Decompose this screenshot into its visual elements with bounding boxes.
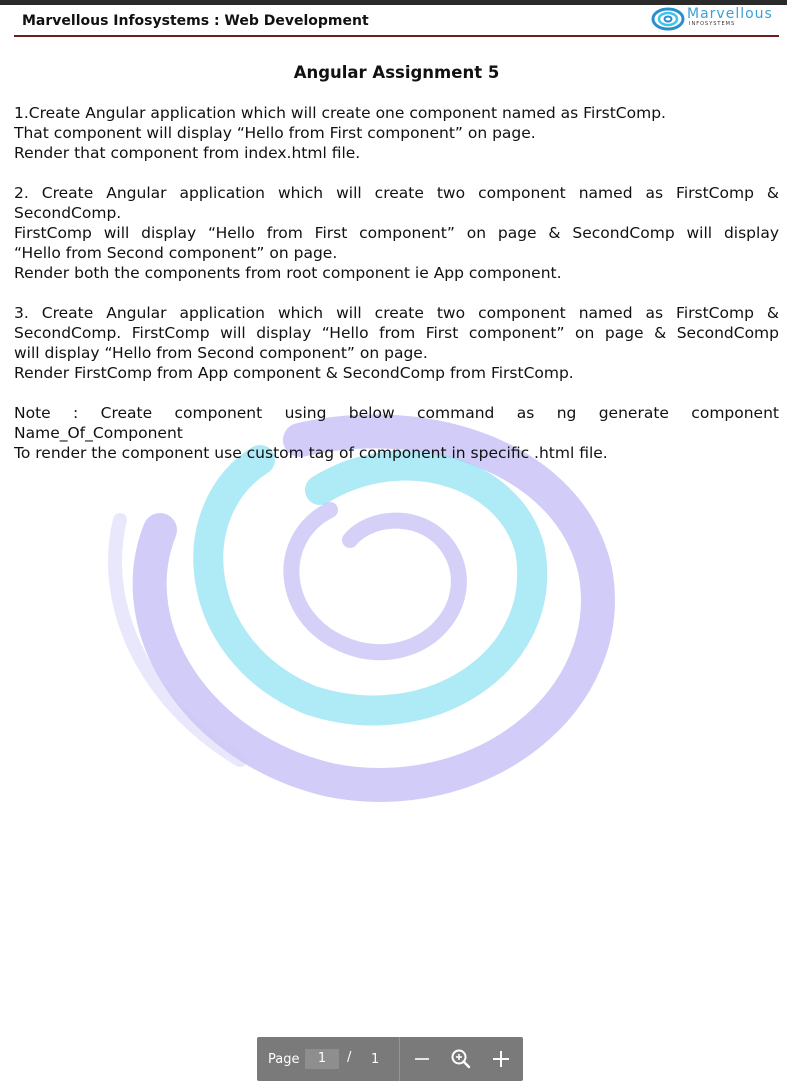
text-line: 1.Create Angular application which will … bbox=[14, 104, 666, 122]
zoom-magnifier-icon bbox=[451, 1049, 471, 1069]
logo-swirl-icon bbox=[651, 7, 685, 31]
zoom-fit-button[interactable] bbox=[447, 1045, 475, 1073]
text-line: Render both the components from root com… bbox=[14, 264, 562, 282]
document-title: Angular Assignment 5 bbox=[293, 63, 500, 82]
task-1-paragraph: 1.Create Angular application which will … bbox=[14, 103, 779, 163]
page-navigation-toolbar: Page 1 / 1 bbox=[257, 1037, 523, 1081]
company-logo: Marvellous INFOSYSTEMS bbox=[651, 6, 779, 32]
zoom-in-button[interactable] bbox=[487, 1045, 515, 1073]
plus-icon bbox=[493, 1051, 509, 1067]
text-line: Render FirstComp from App component & Se… bbox=[14, 364, 574, 382]
logo-text: Marvellous bbox=[687, 6, 773, 22]
text-line: Name_Of_Component bbox=[14, 424, 183, 442]
minus-icon bbox=[415, 1058, 429, 1060]
text-line: To render the component use custom tag o… bbox=[14, 444, 608, 462]
header-rule bbox=[14, 35, 779, 37]
page-label: Page bbox=[268, 1052, 300, 1067]
text-line: 2. Create Angular application which will… bbox=[14, 184, 779, 202]
task-2-paragraph: 2. Create Angular application which will… bbox=[14, 183, 779, 283]
text-line: FirstComp will display “Hello from First… bbox=[14, 224, 779, 242]
text-line: will display “Hello from Second componen… bbox=[14, 344, 428, 362]
page-separator: / bbox=[347, 1050, 352, 1065]
zoom-out-button[interactable] bbox=[408, 1045, 436, 1073]
text-line: That component will display “Hello from … bbox=[14, 124, 536, 142]
text-line: Note : Create component using below comm… bbox=[14, 404, 779, 422]
note-paragraph: Note : Create component using below comm… bbox=[14, 403, 779, 463]
text-line: SecondComp. FirstComp will display “Hell… bbox=[14, 324, 779, 342]
toolbar-divider bbox=[399, 1037, 400, 1081]
document-body: 1.Create Angular application which will … bbox=[14, 103, 779, 483]
header-title: Marvellous Infosystems : Web Development bbox=[22, 13, 369, 29]
top-bar bbox=[0, 0, 787, 5]
text-line: “Hello from Second component” on page. bbox=[14, 244, 338, 262]
text-line: SecondComp. bbox=[14, 204, 122, 222]
text-line: Render that component from index.html fi… bbox=[14, 144, 361, 162]
current-page-input[interactable]: 1 bbox=[305, 1049, 339, 1069]
text-line: 3. Create Angular application which will… bbox=[14, 304, 779, 322]
task-3-paragraph: 3. Create Angular application which will… bbox=[14, 303, 779, 383]
total-pages: 1 bbox=[371, 1052, 380, 1067]
logo-subtext: INFOSYSTEMS bbox=[689, 21, 736, 27]
